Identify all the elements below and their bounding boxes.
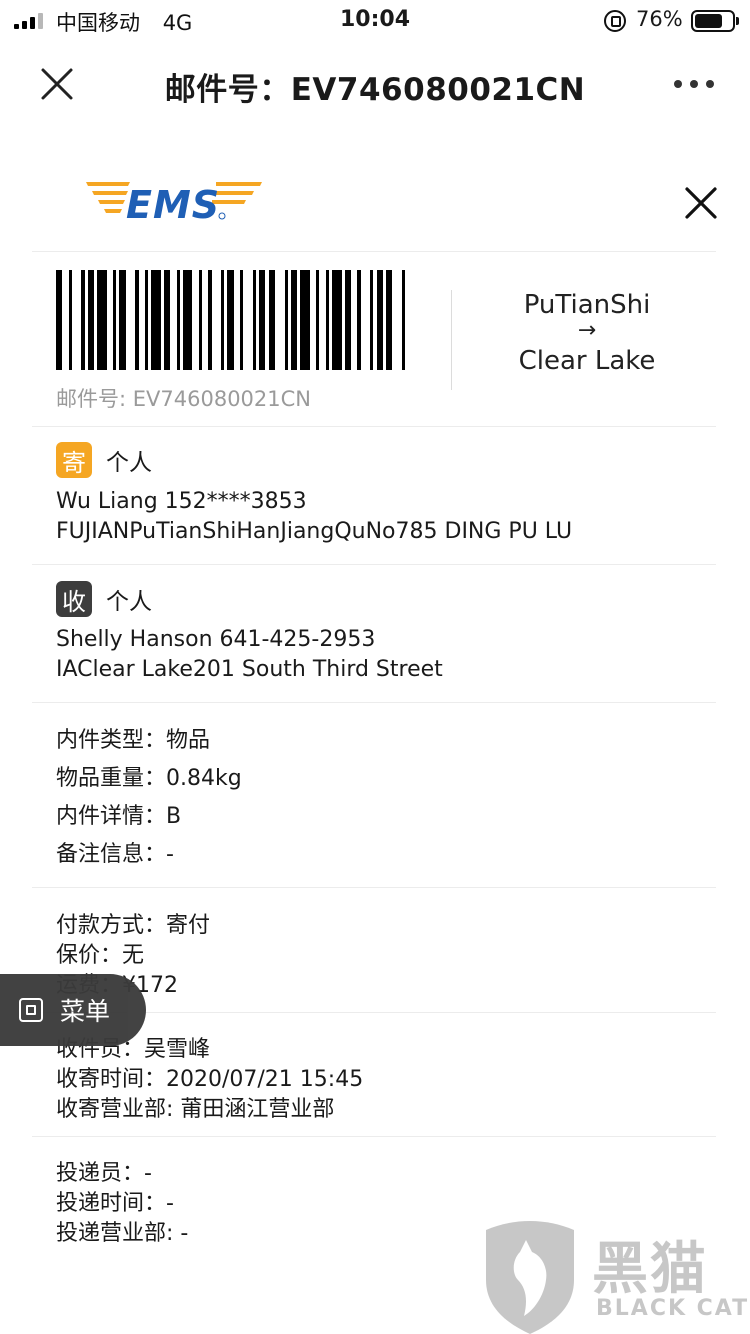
payment-method: 付款方式：寄付 [56, 913, 211, 938]
watermark-text-cn: 黑猫 [592, 1237, 708, 1302]
sender-type: 个人 [106, 450, 152, 476]
divider [32, 251, 716, 252]
route-summary: PuTianShi → Clear Lake [470, 290, 704, 376]
tracking-barcode [56, 270, 412, 370]
item-details: 内件详情：B [56, 804, 182, 829]
delivery-time: 投递时间：- [56, 1191, 174, 1216]
origin-city: PuTianShi [523, 290, 651, 320]
black-cat-watermark: 黑猫 BLACK CAT [480, 1218, 750, 1334]
close-card-icon[interactable] [684, 186, 718, 220]
item-type: 内件类型：物品 [56, 728, 211, 753]
insured-value: 保价：无 [56, 943, 145, 968]
divider [32, 702, 716, 703]
collection-office: 收寄营业部: 莆田涵江营业部 [56, 1097, 335, 1122]
divider [32, 426, 716, 427]
black-cat-shield-icon [486, 1221, 574, 1334]
route-arrow-icon: → [577, 318, 597, 343]
rotation-lock-icon [604, 10, 626, 32]
receiver-badge: 收 [56, 581, 92, 617]
sender-address: FUJIANPuTianShiHanJiangQuNo785 DING PU L… [56, 519, 573, 544]
item-remarks: 备注信息：- [56, 842, 174, 867]
divider [32, 887, 716, 888]
receiver-name-phone: Shelly Hanson 641-425-2953 [56, 627, 376, 652]
watermark-text-en: BLACK CAT [596, 1296, 750, 1321]
receiver-header: 收 个人 [56, 581, 152, 617]
divider [451, 290, 452, 390]
more-options-icon[interactable] [674, 80, 714, 88]
page-title: 邮件号：EV746080021CN [164, 72, 586, 108]
courier: 投递员：- [56, 1161, 152, 1186]
divider [32, 1136, 716, 1137]
menu-button[interactable]: 菜单 [0, 974, 146, 1046]
receiver-address: IAClear Lake201 South Third Street [56, 657, 443, 682]
tracking-number: 邮件号: EV746080021CN [56, 387, 312, 411]
sender-badge: 寄 [56, 442, 92, 478]
divider [32, 564, 716, 565]
menu-icon [19, 998, 43, 1022]
svg-text:EMS: EMS [126, 183, 220, 226]
destination-city: Clear Lake [518, 346, 656, 376]
battery-icon [691, 10, 739, 32]
sender-header: 寄 个人 [56, 442, 152, 478]
battery-percent: 76% [636, 7, 683, 31]
menu-label: 菜单 [60, 997, 111, 1026]
ems-logo: EMS [86, 182, 262, 226]
status-bar: 中国移动 4G 10:04 76% [0, 0, 750, 40]
delivery-office: 投递营业部: - [56, 1221, 189, 1246]
receiver-type: 个人 [106, 589, 152, 615]
collection-time: 收寄时间：2020/07/21 15:45 [56, 1067, 364, 1092]
sender-name-phone: Wu Liang 152****3853 [56, 489, 307, 514]
item-weight: 物品重量：0.84kg [56, 766, 242, 791]
